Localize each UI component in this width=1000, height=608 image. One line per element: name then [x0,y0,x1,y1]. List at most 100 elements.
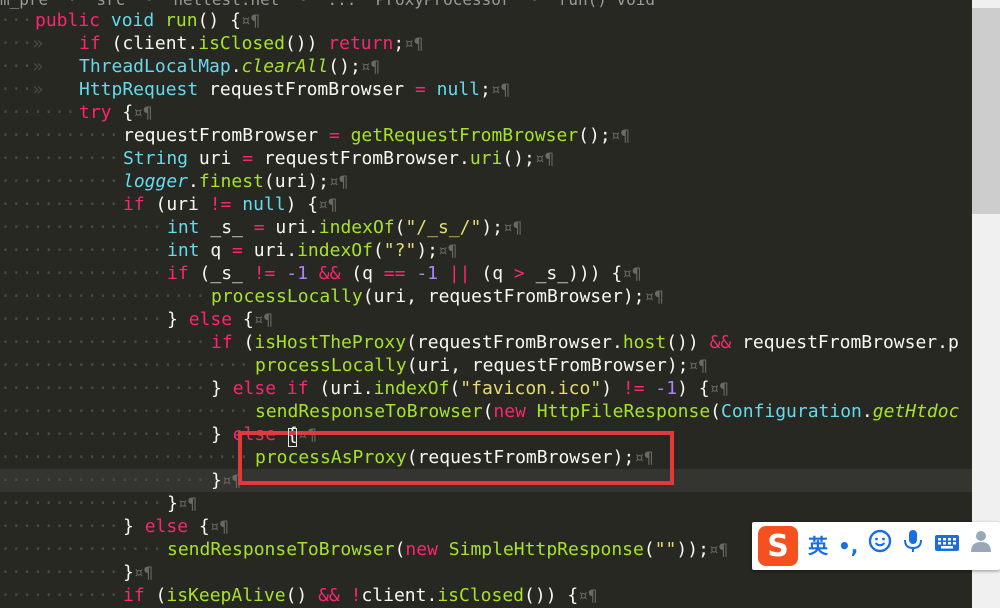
code-token: finest [198,171,264,192]
code-text: String uri = requestFromBrowser.uri();¤¶ [123,147,554,170]
whitespace-guide: ···» [0,79,76,100]
code-text: if (isHostTheProxy(requestFromBrowser.ho… [211,331,959,354]
punctuation-toggle-button[interactable]: •, [838,526,858,566]
whitespace-guide: ···» [0,33,76,54]
code-token: new [493,401,537,422]
code-token: requestFromBrowser [416,332,612,353]
code-token: . [362,378,374,399]
code-token: = [242,148,264,169]
code-token: != [622,378,656,399]
code-token: q [492,263,514,284]
code-text: try {¤¶ [79,101,152,124]
line-end-marker: ¤¶ [578,586,598,605]
code-token: client [122,33,188,54]
line-end-marker: ¤¶ [644,287,664,306]
breadcrumb: m_pre · src · nettest.net · ... ProxyPro… [0,0,972,9]
whitespace-guide: ······················· [0,355,250,376]
code-text: if (_s_ != -1 && (q == -1 || (q > _s_)))… [167,262,642,285]
code-token: ! [350,585,362,606]
whitespace-guide: ···» [0,56,76,77]
code-token: } [167,493,178,514]
whitespace-guide: ··············· [0,240,163,261]
ime-toolbar[interactable]: S 英 •, [752,522,1000,570]
code-token: uri, requestFromBrowser [373,286,623,307]
code-token: getHtdoc [872,401,960,422]
code-token: ()) [666,332,710,353]
text-cursor [288,428,297,447]
code-text: }¤¶ [167,492,197,515]
code-text: }¤¶ [123,561,153,584]
whitespace-guide: ······················· [0,447,250,468]
code-token: ) [601,378,623,399]
code-token: q [362,263,384,284]
code-token: (uri); [263,171,329,192]
line-end-marker: ¤¶ [240,11,261,30]
code-token: void [110,10,166,31]
code-token: ( [481,263,493,284]
line-end-marker: ¤¶ [534,149,555,168]
code-token: isClosed [198,33,285,54]
line-end-marker: ¤¶ [622,264,642,283]
code-text: if (uri != null) {¤¶ [123,193,337,216]
code-token: uri [330,378,363,399]
code-token: if [123,194,156,215]
line-end-marker: ¤¶ [133,103,153,122]
code-text: public void run() {¤¶ [35,9,260,32]
code-token: host [622,332,667,353]
code-token: isClosed [437,585,525,606]
code-token: () { [197,10,241,31]
code-token: uri [166,194,210,215]
code-token: clearAll [241,56,329,77]
line-end-marker: ¤¶ [708,540,729,559]
code-token: } [123,562,134,583]
code-token: -1 [655,378,678,399]
code-token: ( [111,33,123,54]
code-token: HttpRequest [79,79,210,100]
code-token: ))) { [568,263,623,284]
code-token: return [328,33,394,54]
code-editor[interactable]: m_pre · src · nettest.net · ... ProxyPro… [0,0,972,608]
microphone-icon[interactable] [902,526,924,566]
code-token: } [167,309,189,330]
line-end-marker: ¤¶ [404,34,424,53]
code-token: { [242,309,254,330]
user-icon[interactable] [970,526,992,566]
vertical-scrollbar[interactable] [972,0,1000,608]
sogou-logo-icon[interactable]: S [758,526,798,566]
code-token: = [232,240,254,261]
annotation-highlight-box [238,431,674,485]
code-token: ); [481,217,504,238]
code-text: processLocally(uri, requestFromBrowser);… [211,285,664,308]
code-token: if [167,263,200,284]
code-token: requestFromBrowser [742,332,938,353]
code-token: processLocally [255,355,407,376]
line-end-marker: ¤¶ [438,241,458,260]
code-token: ( [406,355,418,376]
code-token: ) { [285,194,319,215]
code-token: -1 [286,263,319,284]
whitespace-guide: ··················· [0,378,206,399]
code-token: ) { [677,378,710,399]
code-text: if (isKeepAlive() && !client.isClosed())… [123,584,597,607]
code-token: uri [198,148,243,169]
line-end-marker: ¤¶ [503,218,523,237]
code-token: ThreadLocalMap [79,56,231,77]
whitespace-guide: ······················· [0,401,250,422]
scrollbar-thumb[interactable] [972,8,1000,214]
line-end-marker: ¤¶ [610,126,630,145]
keyboard-icon[interactable] [934,526,960,566]
whitespace-guide: ··· [0,10,33,31]
code-token: ( [449,378,461,399]
whitespace-guide: ··············· [0,539,163,560]
code-token: try [79,102,123,123]
code-token: requestFromBrowser [209,79,415,100]
code-token: != [209,194,243,215]
code-token: run [165,10,198,31]
whitespace-guide: ··········· [0,194,120,215]
whitespace-guide: ··········· [0,125,120,146]
code-text: if (client.isClosed()) return;¤¶ [79,32,423,55]
smile-icon[interactable] [868,526,892,566]
language-toggle-button[interactable]: 英 [808,526,828,566]
code-token: () [285,585,319,606]
code-token: else [188,309,243,330]
